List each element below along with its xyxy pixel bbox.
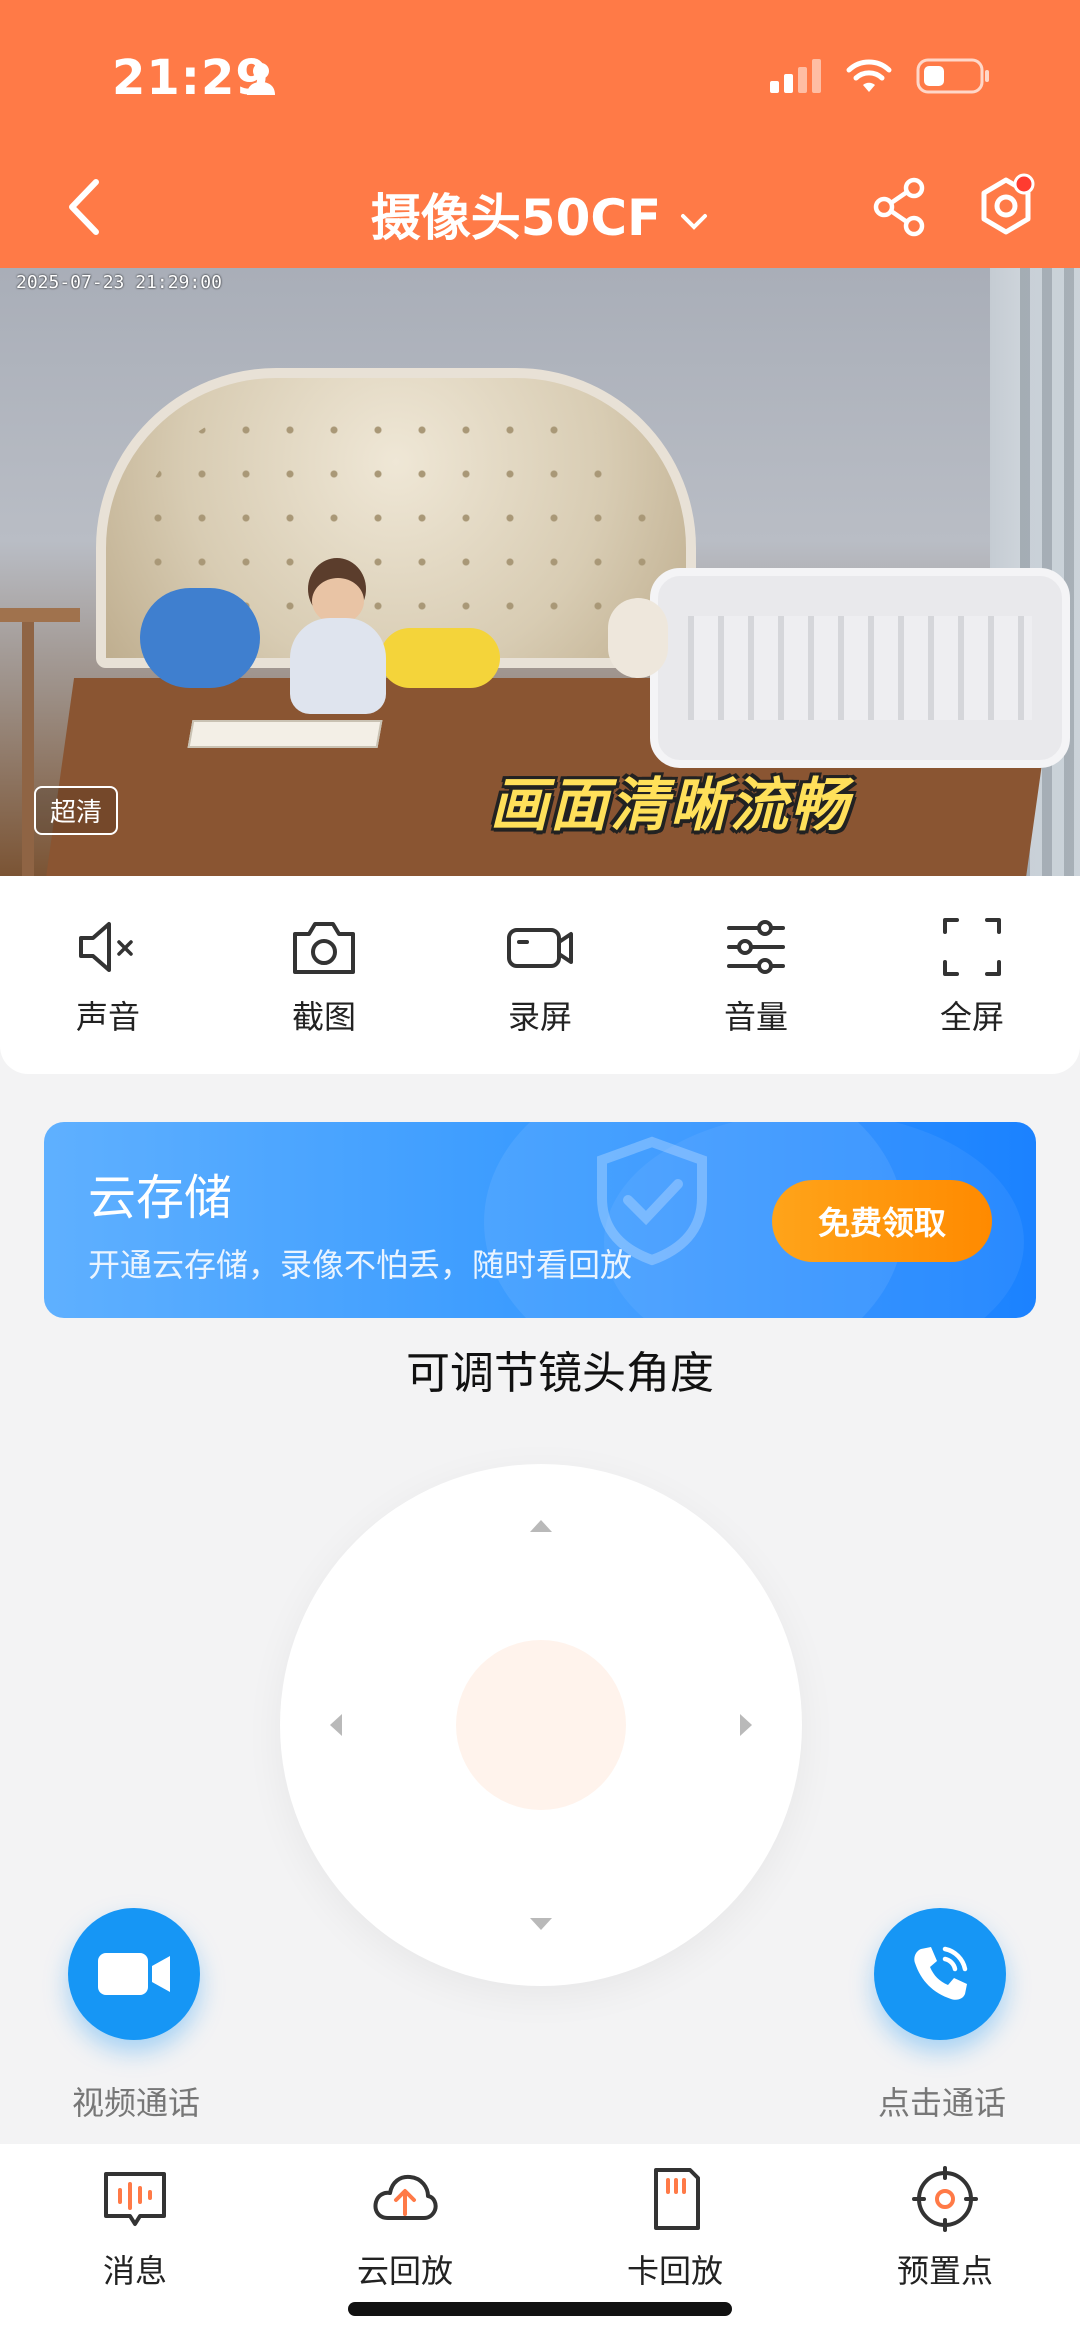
cloud-subtitle: 开通云存储，录像不怕丢，随时看回放 bbox=[88, 1246, 633, 1284]
fullscreen-button[interactable]: 全屏 bbox=[864, 876, 1080, 1074]
scene-bed-rail bbox=[650, 568, 1070, 768]
ptz-down-button[interactable] bbox=[521, 1904, 561, 1944]
voice-call-label: 点击通话 bbox=[878, 2084, 1007, 2122]
bottom-nav-messages[interactable]: 消息 bbox=[0, 2144, 270, 2341]
arrow-right-icon bbox=[740, 1714, 752, 1736]
cloud-storage-banner[interactable]: 云存储 开通云存储，录像不怕丢，随时看回放 免费领取 bbox=[44, 1122, 1036, 1318]
screenshot-button[interactable]: 截图 bbox=[216, 876, 432, 1074]
ptz-left-button[interactable] bbox=[316, 1705, 356, 1745]
ptz-label: 可调节镜头角度 bbox=[406, 1348, 714, 1399]
video-controls: 声音 截图 录屏 音量 全屏 bbox=[0, 876, 1080, 1074]
scene-teddy-bear bbox=[608, 598, 668, 678]
cloud-upload-icon bbox=[373, 2174, 438, 2220]
scene-yellow-pillow bbox=[380, 628, 500, 688]
video-record-icon bbox=[507, 928, 573, 968]
person-icon bbox=[247, 63, 275, 95]
quality-badge[interactable]: 超清 bbox=[34, 786, 119, 835]
record-button[interactable]: 录屏 bbox=[432, 876, 648, 1074]
home-indicator[interactable] bbox=[348, 2302, 732, 2316]
video-call-label: 视频通话 bbox=[72, 2084, 201, 2122]
sound-button[interactable]: 声音 bbox=[0, 876, 216, 1074]
wifi-icon bbox=[846, 59, 892, 92]
ptz-joystick[interactable] bbox=[280, 1464, 802, 1986]
bottom-nav-presets-label: 预置点 bbox=[896, 2252, 993, 2290]
status-indicators bbox=[770, 58, 990, 94]
volume-label: 音量 bbox=[723, 998, 788, 1036]
sd-card-icon bbox=[654, 2168, 700, 2230]
arrow-left-icon bbox=[330, 1714, 342, 1736]
target-icon bbox=[912, 2166, 978, 2232]
record-label: 录屏 bbox=[507, 998, 572, 1036]
camera-icon bbox=[293, 922, 355, 974]
cloud-title: 云存储 bbox=[88, 1170, 233, 1226]
ptz-right-button[interactable] bbox=[726, 1705, 766, 1745]
battery-icon bbox=[916, 58, 989, 94]
arrow-down-icon bbox=[530, 1918, 552, 1930]
free-claim-button[interactable]: 免费领取 bbox=[772, 1180, 992, 1262]
sliders-icon bbox=[727, 920, 785, 974]
speaker-mute-icon bbox=[79, 922, 133, 972]
arrow-up-icon bbox=[530, 1520, 552, 1532]
scene-plush-toy bbox=[140, 588, 260, 688]
app-header: 21:29 摄像头50CF bbox=[0, 0, 1080, 268]
phone-icon bbox=[914, 1946, 968, 2000]
screenshot-label: 截图 bbox=[291, 998, 356, 1036]
bottom-nav-card-label: 卡回放 bbox=[626, 2252, 723, 2290]
video-caption: 画面清晰流畅 bbox=[490, 771, 851, 839]
signal-icon bbox=[770, 59, 821, 93]
video-camera-icon bbox=[98, 1953, 170, 1995]
video-call-button[interactable] bbox=[68, 1908, 200, 2040]
share-icon[interactable] bbox=[872, 176, 928, 238]
bottom-nav-cloud-label: 云回放 bbox=[356, 2252, 453, 2290]
ptz-center-knob[interactable] bbox=[456, 1640, 626, 1810]
message-icon bbox=[104, 2172, 166, 2226]
fullscreen-icon bbox=[943, 918, 1001, 976]
sound-label: 声音 bbox=[75, 998, 140, 1036]
scene-book bbox=[187, 720, 383, 748]
video-timestamp: 2025-07-23 21:29:00 bbox=[16, 272, 222, 293]
device-title-text: 摄像头50CF bbox=[370, 189, 662, 247]
ptz-up-button[interactable] bbox=[521, 1506, 561, 1546]
bottom-nav-presets[interactable]: 预置点 bbox=[810, 2144, 1080, 2341]
voice-call-button[interactable] bbox=[874, 1908, 1006, 2040]
settings-icon[interactable] bbox=[974, 172, 1038, 242]
chevron-down-icon bbox=[681, 213, 708, 230]
scene-child bbox=[280, 558, 390, 718]
live-video[interactable]: 2025-07-23 21:29:00 超清 画面清晰流畅 bbox=[0, 268, 1080, 876]
fullscreen-label: 全屏 bbox=[939, 998, 1004, 1036]
volume-button[interactable]: 音量 bbox=[648, 876, 864, 1074]
bottom-nav-messages-label: 消息 bbox=[102, 2252, 167, 2290]
